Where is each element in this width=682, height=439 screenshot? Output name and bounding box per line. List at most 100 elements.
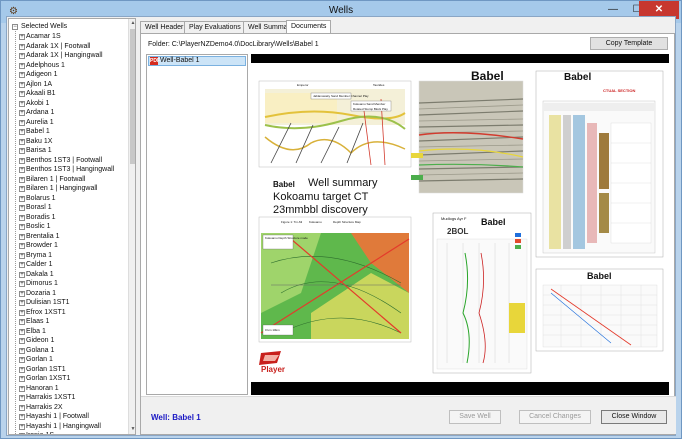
tree-item[interactable]: + Hayashi 1 | Hangingwall: [12, 422, 114, 432]
tree-item[interactable]: + Efrox 1XST1: [12, 308, 114, 318]
tree-item[interactable]: + Ajlon 1A: [12, 80, 114, 90]
tree-item[interactable]: + Brentalia 1: [12, 232, 114, 242]
expand-icon[interactable]: +: [19, 328, 25, 335]
expand-icon[interactable]: +: [19, 366, 25, 373]
expand-icon[interactable]: +: [19, 309, 25, 316]
tree-item[interactable]: + Gorlan 1: [12, 355, 114, 365]
expand-icon[interactable]: +: [19, 300, 25, 306]
tree-item[interactable]: + Aurelia 1: [12, 118, 114, 128]
tree-item[interactable]: + Bolarus 1: [12, 194, 114, 204]
tree-item[interactable]: + Elaas 1: [12, 317, 114, 327]
expand-icon[interactable]: +: [19, 186, 25, 192]
tree-item[interactable]: + Akaali B1: [12, 89, 114, 99]
expand-icon[interactable]: +: [19, 385, 25, 392]
expand-icon[interactable]: +: [19, 281, 25, 287]
tree-item[interactable]: + Elba 1: [12, 327, 114, 337]
tree-item[interactable]: + Hanoran 1: [12, 384, 114, 394]
expand-icon[interactable]: +: [19, 205, 25, 211]
document-item[interactable]: PDF Well-Babel 1: [148, 56, 246, 66]
tree-item[interactable]: + Dimorus 1: [12, 279, 114, 289]
cancel-changes-button[interactable]: Cancel Changes: [519, 410, 591, 424]
expand-icon[interactable]: +: [19, 376, 25, 382]
expand-icon[interactable]: +: [19, 81, 25, 88]
tree-item[interactable]: + Bilaren 1 | Footwall: [12, 175, 114, 185]
tree-item[interactable]: + Boslic 1: [12, 222, 114, 232]
tree-item[interactable]: + Gorlan 1XST1: [12, 374, 114, 384]
expand-icon[interactable]: +: [19, 214, 25, 221]
expand-icon[interactable]: +: [19, 157, 25, 164]
scroll-down-icon[interactable]: ▼: [129, 425, 135, 434]
tree-item[interactable]: +Irenia 1S: [12, 431, 114, 434]
expand-icon[interactable]: +: [19, 100, 25, 107]
copy-template-button[interactable]: Copy Template: [590, 37, 668, 50]
tree-item[interactable]: + Dulisian 1ST1: [12, 298, 114, 308]
tree-item[interactable]: + Harrakis 1XST1: [12, 393, 114, 403]
tree-item[interactable]: + Ardana 1: [12, 108, 114, 118]
tree-item[interactable]: + Bryma 1: [12, 251, 114, 261]
expand-icon[interactable]: +: [19, 243, 25, 249]
expand-icon[interactable]: +: [19, 414, 25, 420]
expand-icon[interactable]: +: [19, 252, 25, 259]
expand-icon[interactable]: +: [19, 148, 25, 154]
scroll-up-icon[interactable]: ▲: [129, 19, 135, 28]
document-viewer[interactable]: Emperor Taurides Jablanowsky Sand Member…: [251, 54, 669, 395]
expand-icon[interactable]: +: [19, 129, 25, 135]
tree-item[interactable]: + Babel 1: [12, 127, 114, 137]
save-well-button[interactable]: Save Well: [449, 410, 501, 424]
wells-tree[interactable]: − Selected Wells + Acamar 1S + Adarak 1X | F…: [8, 18, 136, 435]
tree-item[interactable]: + Dozaria 1: [12, 289, 114, 299]
tree-item[interactable]: + Benthos 1ST3 | Footwall: [12, 156, 114, 166]
collapse-icon[interactable]: −: [12, 24, 18, 30]
expand-icon[interactable]: +: [19, 43, 25, 50]
tree-item[interactable]: + Adelphous 1: [12, 61, 114, 71]
tree-item[interactable]: + Calder 1: [12, 260, 114, 270]
tree-item[interactable]: + Gideon 1: [12, 336, 114, 346]
expand-icon[interactable]: +: [19, 357, 25, 363]
tree-item[interactable]: + Adigeon 1: [12, 70, 114, 80]
expand-icon[interactable]: +: [19, 224, 25, 230]
expand-icon[interactable]: +: [19, 53, 25, 59]
expand-icon[interactable]: +: [19, 62, 25, 69]
expand-icon[interactable]: +: [19, 110, 25, 116]
tree-item[interactable]: + Bilaren 1 | Hangingwall: [12, 184, 114, 194]
expand-icon[interactable]: +: [19, 119, 25, 126]
tree-item[interactable]: + Borasl 1: [12, 203, 114, 213]
tree-item[interactable]: + Dakala 1: [12, 270, 114, 280]
tree-item[interactable]: + Hayashi 1 | Footwall: [12, 412, 114, 422]
expand-icon[interactable]: +: [19, 262, 25, 268]
tree-item[interactable]: + Barisa 1: [12, 146, 114, 156]
tree-item[interactable]: + Akobi 1: [12, 99, 114, 109]
expand-icon[interactable]: +: [19, 34, 25, 40]
tree-item[interactable]: + Browder 1: [12, 241, 114, 251]
tree-item[interactable]: + Golana 1: [12, 346, 114, 356]
tree-item[interactable]: + Benthos 1ST3 | Hangingwall: [12, 165, 114, 175]
expand-icon[interactable]: +: [19, 176, 25, 183]
document-list[interactable]: PDF Well-Babel 1: [146, 54, 248, 395]
expand-icon[interactable]: +: [19, 347, 25, 354]
tree-item[interactable]: + Harrakis 2X: [12, 403, 114, 413]
expand-icon[interactable]: +: [19, 91, 25, 97]
tree-item[interactable]: + Gorlan 1ST1: [12, 365, 114, 375]
tree-root[interactable]: − Selected Wells: [12, 23, 67, 30]
scroll-thumb[interactable]: [130, 29, 135, 164]
tree-item[interactable]: + Acamar 1S: [12, 32, 114, 42]
tree-item[interactable]: + Adarak 1X | Footwall: [12, 42, 114, 52]
tree-scrollbar[interactable]: ▲ ▼: [128, 19, 135, 434]
tree-item[interactable]: + Adarak 1X | Hangingwall: [12, 51, 114, 61]
expand-icon[interactable]: +: [19, 233, 25, 240]
expand-icon[interactable]: +: [19, 395, 25, 401]
expand-icon[interactable]: +: [19, 319, 25, 325]
expand-icon[interactable]: +: [19, 290, 25, 297]
expand-icon[interactable]: +: [19, 138, 25, 145]
expand-icon[interactable]: +: [19, 271, 25, 278]
expand-icon[interactable]: +: [19, 72, 25, 78]
expand-icon[interactable]: +: [19, 404, 25, 411]
tree-item[interactable]: + Boradis 1: [12, 213, 114, 223]
expand-icon[interactable]: +: [19, 195, 25, 202]
tree-item[interactable]: + Baku 1X: [12, 137, 114, 147]
expand-icon[interactable]: +: [19, 433, 25, 434]
close-window-footer-button[interactable]: Close Window: [601, 410, 667, 424]
expand-icon[interactable]: +: [19, 423, 25, 430]
expand-icon[interactable]: +: [19, 338, 25, 344]
expand-icon[interactable]: +: [19, 167, 25, 173]
